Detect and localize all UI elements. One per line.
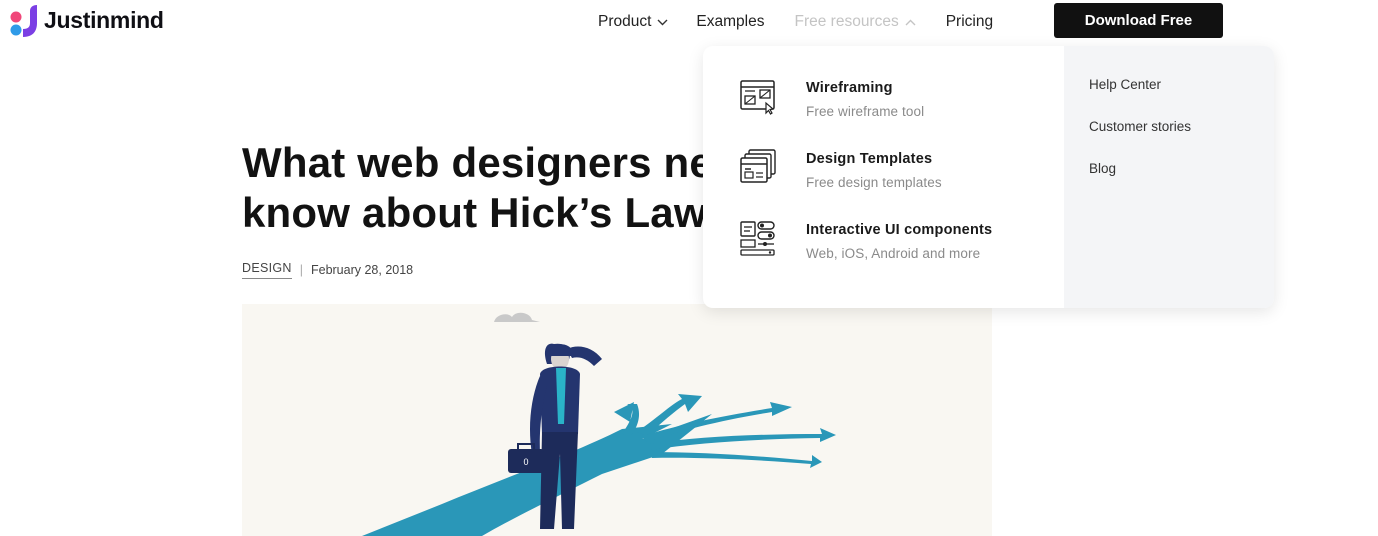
- chevron-up-icon: [905, 19, 916, 25]
- logo-mark-icon: [10, 3, 40, 37]
- briefcase-label: 0: [523, 457, 528, 467]
- side-link-help-center[interactable]: Help Center: [1089, 77, 1161, 92]
- nav-free-resources-label: Free resources: [794, 13, 899, 30]
- nav-free-resources[interactable]: Free resources: [794, 13, 916, 31]
- dropdown-item-wireframing[interactable]: Wireframing Free wireframe tool: [739, 80, 924, 119]
- dropdown-item-subtitle: Web, iOS, Android and more: [806, 246, 981, 261]
- side-link-blog[interactable]: Blog: [1089, 161, 1116, 176]
- nav-product-label: Product: [598, 13, 652, 30]
- chevron-down-icon: [657, 19, 668, 25]
- logo-wordmark: Justinmind: [44, 6, 164, 33]
- dropdown-item-title: Design Templates: [806, 151, 933, 167]
- dropdown-item-title: Interactive UI components: [806, 222, 993, 238]
- free-resources-dropdown: Wireframing Free wireframe tool Design T…: [703, 46, 1274, 308]
- download-free-button[interactable]: Download Free: [1054, 3, 1223, 38]
- dropdown-side-panel: Help Center Customer stories Blog: [1064, 46, 1274, 308]
- logo[interactable]: Justinmind: [10, 2, 164, 38]
- templates-icon: [740, 149, 776, 183]
- nav-product[interactable]: Product: [598, 13, 668, 31]
- meta-separator: |: [299, 263, 303, 277]
- nav-examples-label: Examples: [696, 13, 765, 30]
- nav-examples[interactable]: Examples: [696, 13, 764, 31]
- dropdown-item-ui-components[interactable]: Interactive UI components Web, iOS, Andr…: [739, 221, 993, 261]
- dropdown-item-subtitle: Free design templates: [806, 175, 942, 190]
- article-meta: DESIGN | February 28, 2018: [242, 261, 413, 279]
- publish-date: February 28, 2018: [310, 263, 414, 277]
- dropdown-item-subtitle: Free wireframe tool: [806, 104, 925, 119]
- dropdown-item-design-templates[interactable]: Design Templates Free design templates: [739, 149, 942, 190]
- hero-illustration: 0: [242, 304, 992, 536]
- nav-pricing-label: Pricing: [945, 13, 994, 30]
- side-link-customer-stories[interactable]: Customer stories: [1089, 119, 1191, 134]
- wireframe-icon: [740, 80, 775, 115]
- category-link[interactable]: DESIGN: [242, 261, 292, 279]
- article-title-line-2: know about Hick’s Law: [242, 189, 707, 236]
- dropdown-item-title: Wireframing: [806, 80, 893, 96]
- nav-pricing[interactable]: Pricing: [946, 13, 993, 31]
- main-nav: Product Examples Free resources Pricing: [598, 13, 993, 31]
- ui-components-icon: [740, 221, 775, 256]
